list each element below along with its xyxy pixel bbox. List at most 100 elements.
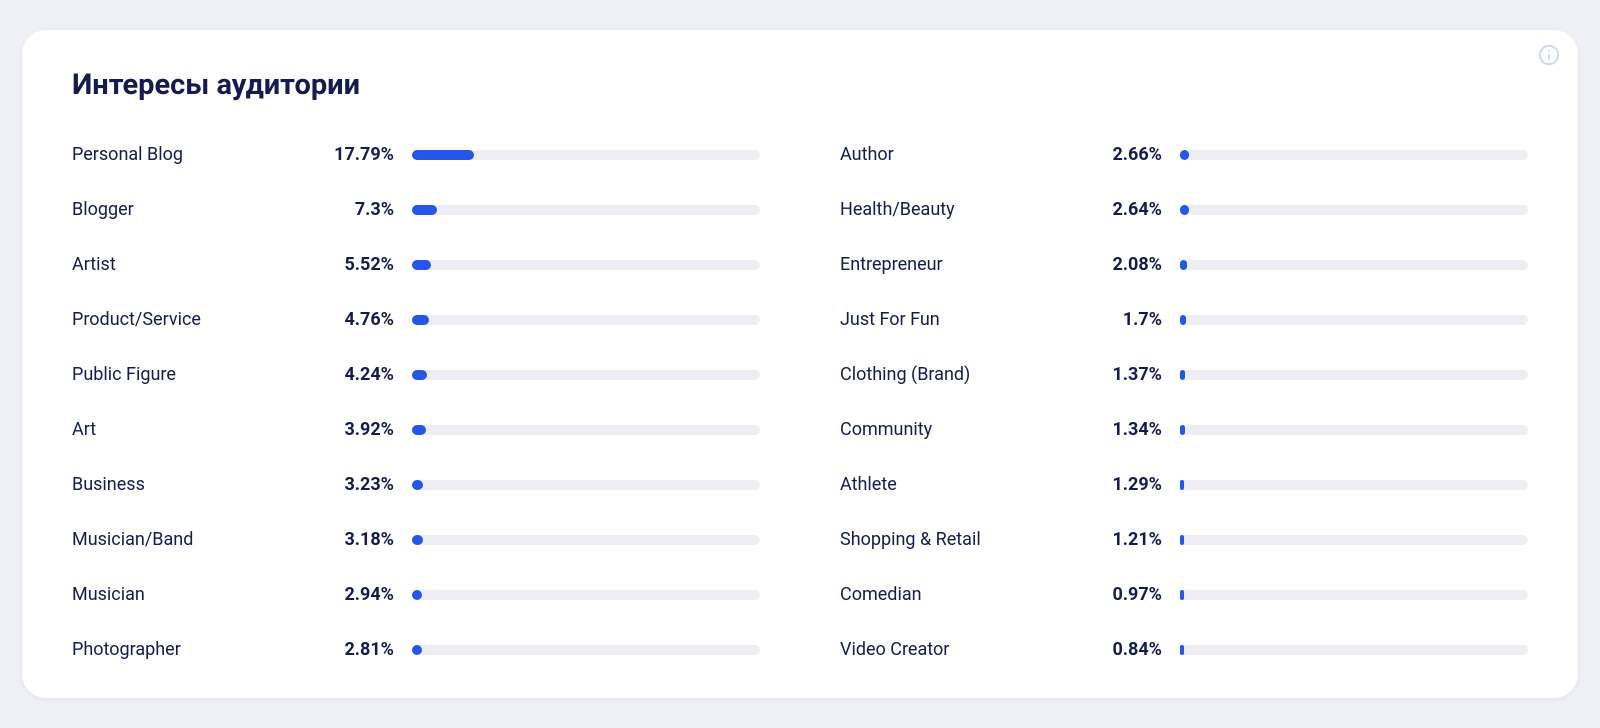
interest-label: Musician (72, 584, 332, 605)
interest-label: Clothing (Brand) (840, 364, 1100, 385)
interest-bar (1180, 425, 1528, 435)
interest-bar (412, 260, 760, 270)
interest-bar (1180, 205, 1528, 215)
interest-row: Clothing (Brand)1.37% (840, 364, 1528, 385)
interest-value: 1.21% (1100, 529, 1180, 550)
interest-value: 0.84% (1100, 639, 1180, 660)
interest-row: Business3.23% (72, 474, 760, 495)
interest-row: Artist5.52% (72, 254, 760, 275)
interest-bar (412, 590, 760, 600)
audience-interests-panel: Интересы аудитории Personal Blog17.79% Bl… (22, 30, 1578, 698)
interest-value: 3.18% (332, 529, 412, 550)
interest-value: 2.64% (1100, 199, 1180, 220)
interest-row: Product/Service4.76% (72, 309, 760, 330)
interest-label: Athlete (840, 474, 1100, 495)
interest-bar-fill (1180, 260, 1187, 270)
interest-value: 4.24% (332, 364, 412, 385)
interest-row: Author2.66% (840, 144, 1528, 165)
interest-label: Artist (72, 254, 332, 275)
interest-value: 2.66% (1100, 144, 1180, 165)
interest-value: 1.37% (1100, 364, 1180, 385)
interest-bar-fill (1180, 425, 1185, 435)
interest-value: 1.29% (1100, 474, 1180, 495)
interest-row: Personal Blog17.79% (72, 144, 760, 165)
interest-bar-fill (412, 535, 423, 545)
interest-row: Athlete1.29% (840, 474, 1528, 495)
interest-bar (412, 645, 760, 655)
interest-label: Just For Fun (840, 309, 1100, 330)
interest-bar-fill (1180, 205, 1189, 215)
interest-label: Shopping & Retail (840, 529, 1100, 550)
interest-label: Business (72, 474, 332, 495)
interest-bar (1180, 590, 1528, 600)
interest-label: Product/Service (72, 309, 332, 330)
interest-bar-fill (1180, 535, 1184, 545)
interest-bar-fill (1180, 315, 1186, 325)
interest-value: 1.34% (1100, 419, 1180, 440)
interest-row: Photographer2.81% (72, 639, 760, 660)
interest-bar (412, 480, 760, 490)
interest-label: Personal Blog (72, 144, 332, 165)
interest-label: Public Figure (72, 364, 332, 385)
interest-bar (1180, 260, 1528, 270)
interest-label: Entrepreneur (840, 254, 1100, 275)
interest-bar-fill (1180, 480, 1184, 490)
interest-row: Community1.34% (840, 419, 1528, 440)
interest-bar-fill (412, 205, 437, 215)
interest-bar (412, 535, 760, 545)
interest-row: Comedian0.97% (840, 584, 1528, 605)
interest-bar-fill (1180, 370, 1185, 380)
interest-value: 2.94% (332, 584, 412, 605)
interest-label: Comedian (840, 584, 1100, 605)
interest-bar (1180, 315, 1528, 325)
interest-bar-fill (412, 370, 427, 380)
interest-bar-fill (1180, 645, 1184, 655)
interest-value: 2.08% (1100, 254, 1180, 275)
interest-bar (1180, 150, 1528, 160)
panel-title: Интересы аудитории (72, 68, 1528, 102)
interest-bar-fill (412, 645, 422, 655)
interest-bar (1180, 370, 1528, 380)
interest-value: 2.81% (332, 639, 412, 660)
interest-bar (412, 315, 760, 325)
interest-row: Blogger7.3% (72, 199, 760, 220)
interest-bar-fill (412, 480, 423, 490)
interest-row: Health/Beauty2.64% (840, 199, 1528, 220)
interest-bar-fill (412, 150, 474, 160)
interest-label: Video Creator (840, 639, 1100, 660)
interest-label: Photographer (72, 639, 332, 660)
interest-label: Musician/Band (72, 529, 332, 550)
interest-label: Health/Beauty (840, 199, 1100, 220)
interest-value: 1.7% (1100, 309, 1180, 330)
info-icon[interactable] (1538, 44, 1560, 66)
interest-value: 5.52% (332, 254, 412, 275)
interest-bar-fill (412, 425, 426, 435)
interests-column-right: Author2.66% Health/Beauty2.64% Entrepreneu… (840, 144, 1528, 660)
interest-bar-fill (412, 260, 431, 270)
interest-bar (1180, 645, 1528, 655)
interest-value: 7.3% (332, 199, 412, 220)
interest-bar-fill (412, 315, 429, 325)
interest-value: 3.92% (332, 419, 412, 440)
interest-label: Blogger (72, 199, 332, 220)
interest-value: 0.97% (1100, 584, 1180, 605)
interest-row: Shopping & Retail1.21% (840, 529, 1528, 550)
interest-bar (412, 370, 760, 380)
interests-column-left: Personal Blog17.79% Blogger7.3% Artist5.52… (72, 144, 760, 660)
interest-bar-fill (1180, 150, 1189, 160)
interest-bar (412, 150, 760, 160)
interest-bar-fill (1180, 590, 1184, 600)
interest-label: Community (840, 419, 1100, 440)
interest-row: Musician2.94% (72, 584, 760, 605)
interest-bar (1180, 535, 1528, 545)
interest-value: 3.23% (332, 474, 412, 495)
interest-row: Just For Fun1.7% (840, 309, 1528, 330)
interest-value: 17.79% (332, 144, 412, 165)
interest-label: Art (72, 419, 332, 440)
interest-row: Art3.92% (72, 419, 760, 440)
interest-bar-fill (412, 590, 422, 600)
interest-row: Entrepreneur2.08% (840, 254, 1528, 275)
interest-row: Video Creator0.84% (840, 639, 1528, 660)
interest-value: 4.76% (332, 309, 412, 330)
interests-columns: Personal Blog17.79% Blogger7.3% Artist5.52… (72, 144, 1528, 660)
